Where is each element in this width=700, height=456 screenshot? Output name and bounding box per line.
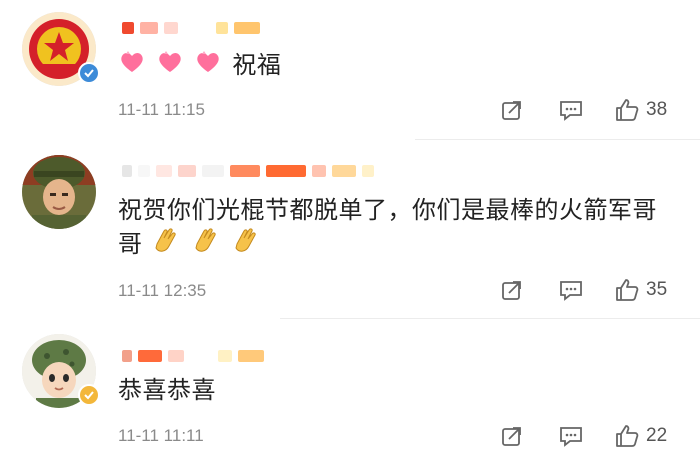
thumbs-up-icon — [616, 279, 639, 301]
share-button[interactable] — [500, 275, 524, 305]
comment-actions: 35 — [490, 275, 700, 305]
divider — [415, 139, 700, 140]
heart-emoji-icon — [194, 48, 222, 84]
verified-badge-icon — [78, 384, 100, 406]
share-icon — [502, 281, 521, 300]
share-icon — [502, 427, 521, 446]
comment-text-line: 祝贺你们光棍节都脱单了，你们是最棒的火箭军哥 — [118, 196, 657, 224]
like-count: 35 — [646, 279, 668, 300]
username-redacted[interactable] — [122, 157, 374, 185]
comment-icon — [560, 281, 582, 301]
verified-badge-icon — [78, 62, 100, 84]
comment-text-content: 哥 — [118, 230, 143, 258]
comment-time: 11-11 11:11 — [118, 426, 204, 445]
share-button[interactable] — [500, 95, 524, 125]
comment-icon — [560, 427, 582, 447]
avatar[interactable] — [22, 155, 96, 229]
reply-button[interactable] — [558, 275, 584, 305]
comment-text: 恭喜恭喜 — [118, 376, 216, 404]
heart-emoji-icon — [156, 48, 184, 84]
like-count: 38 — [646, 99, 668, 120]
comment-feed: 祝福 11-11 11:15 38 祝贺你们光棍节都脱单了，你们是最棒的火箭军哥… — [0, 0, 700, 456]
comment-text-line: 哥 — [118, 226, 678, 264]
heart-emoji-icon — [118, 48, 146, 84]
divider — [280, 318, 700, 319]
clap-emoji-icon — [191, 226, 221, 264]
share-button[interactable] — [500, 421, 524, 451]
like-button[interactable]: 38 — [614, 95, 667, 125]
comment-text: 祝福 — [118, 48, 678, 84]
reply-button[interactable] — [558, 95, 584, 125]
like-button[interactable]: 22 — [614, 421, 667, 451]
soldier-avatar-icon — [22, 155, 96, 229]
username-redacted[interactable] — [122, 342, 264, 370]
username-redacted[interactable] — [122, 14, 260, 42]
comment-text-content: 祝福 — [232, 51, 282, 79]
comment-text: 祝贺你们光棍节都脱单了，你们是最棒的火箭军哥 哥 — [118, 194, 678, 264]
comment-actions: 22 — [490, 421, 700, 451]
comment-icon — [560, 101, 582, 121]
clap-emoji-icon — [151, 226, 181, 264]
thumbs-up-icon — [616, 425, 639, 447]
share-icon — [502, 101, 521, 120]
reply-button[interactable] — [558, 421, 584, 451]
comment-time: 11-11 11:15 — [118, 100, 205, 119]
comment-actions: 38 — [490, 95, 700, 125]
comment-time: 11-11 12:35 — [118, 281, 207, 300]
thumbs-up-icon — [616, 99, 639, 121]
clap-emoji-icon — [231, 226, 261, 264]
like-count: 22 — [646, 425, 668, 446]
like-button[interactable]: 35 — [614, 275, 667, 305]
